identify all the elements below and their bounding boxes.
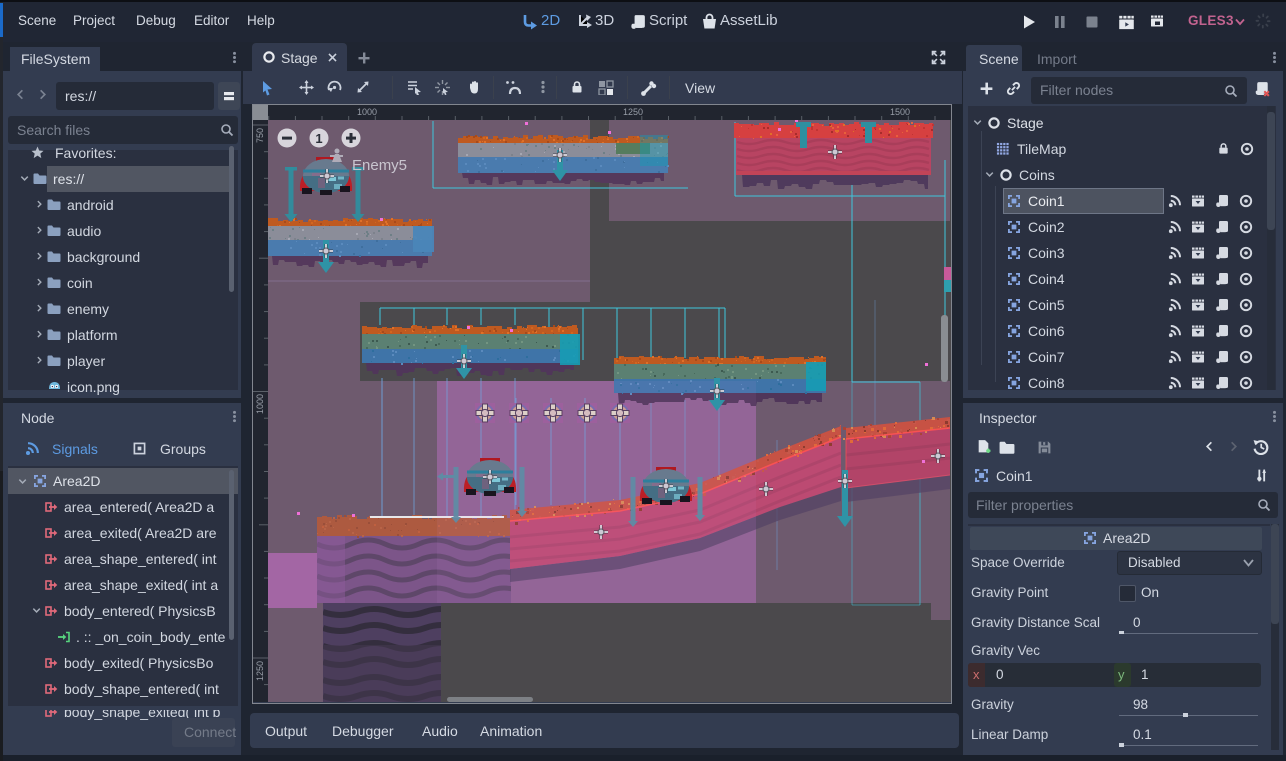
svg-text:1: 1 — [315, 131, 322, 146]
svg-text:Enemy5: Enemy5 — [352, 157, 407, 174]
